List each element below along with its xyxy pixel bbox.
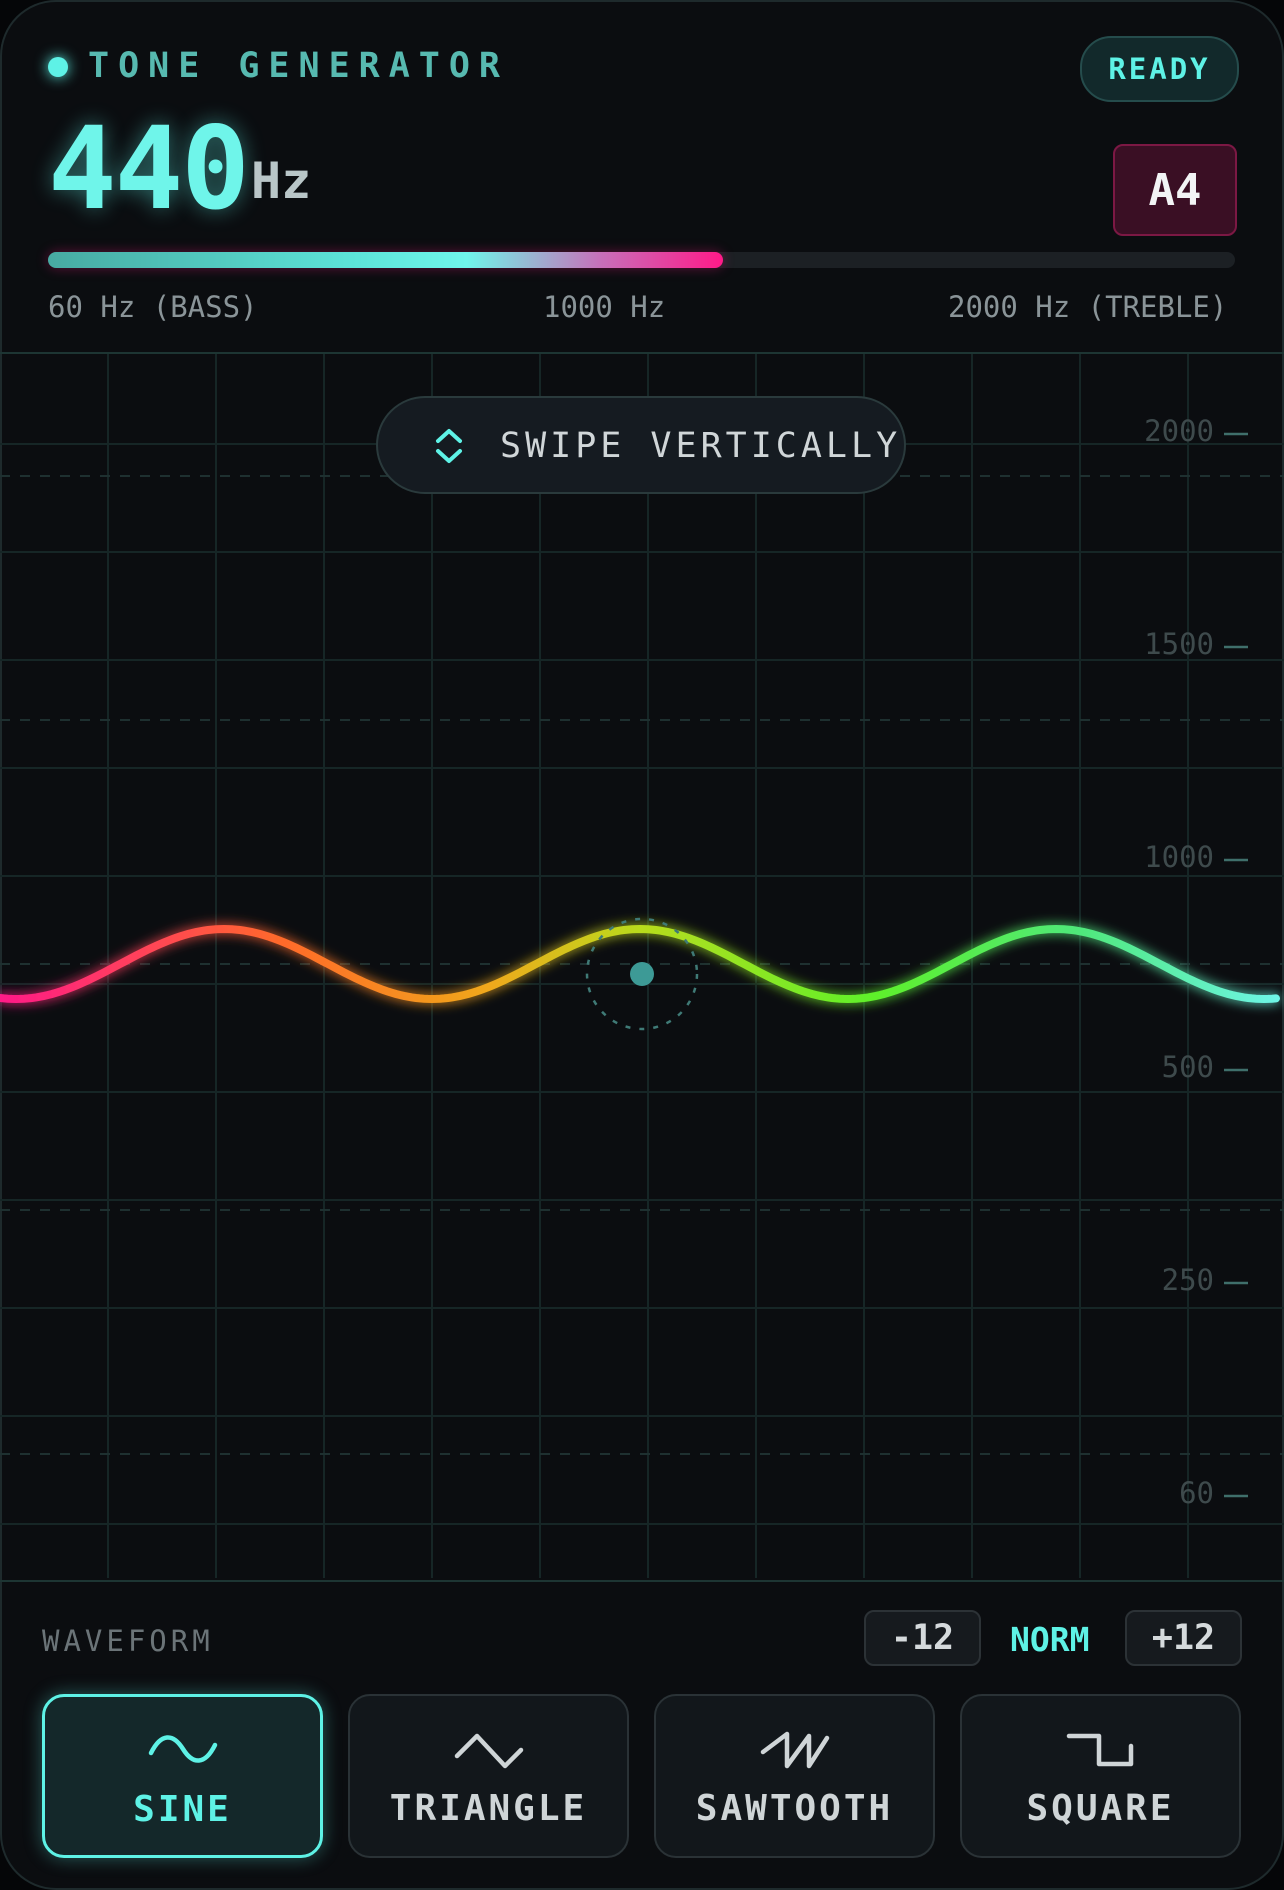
frequency-unit: Hz (251, 152, 312, 210)
note-badge: A4 (1113, 144, 1237, 236)
pitch-up-button[interactable]: +12 (1125, 1610, 1242, 1666)
range-min-label: 60 Hz (BASS) (48, 290, 258, 324)
waveform-triangle-button[interactable]: TRIANGLE (348, 1694, 629, 1858)
tick-label-1500: 1500 (1144, 627, 1214, 661)
swipe-hint-pill: SWIPE VERTICALLY (376, 396, 906, 494)
tick-label-500: 500 (1161, 1050, 1214, 1084)
waveform-square-label: SQUARE (1026, 1788, 1175, 1829)
waveform-sawtooth-button[interactable]: SAWTOOTH (654, 1694, 935, 1858)
waveform-plot (0, 354, 1284, 1578)
app-title: TONE GENERATOR (88, 46, 510, 86)
tick-label-2000: 2000 (1144, 414, 1214, 448)
status-badge: READY (1080, 36, 1239, 102)
frequency-range-bar[interactable] (48, 252, 1235, 268)
triangle-wave-icon (454, 1733, 523, 1769)
waveform-square-button[interactable]: SQUARE (960, 1694, 1241, 1858)
frequency-value: 440 (48, 102, 250, 235)
waveform-sine-button[interactable]: SINE (42, 1694, 323, 1858)
frequency-range-fill (48, 252, 724, 268)
waveform-triangle-label: TRIANGLE (389, 1788, 588, 1829)
waveform-sine-label: SINE (133, 1789, 232, 1830)
swipe-hint-label: SWIPE VERTICALLY (500, 426, 902, 466)
touch-point[interactable] (630, 962, 654, 986)
frequency-swipe-area[interactable]: 2000 1500 1000 500 250 60 (0, 352, 1284, 1582)
tone-generator-app: TONE GENERATOR READY 440 Hz A4 60 Hz (BA… (0, 0, 1284, 1890)
tick-label-250: 250 (1161, 1263, 1214, 1297)
pitch-down-button[interactable]: -12 (864, 1610, 981, 1666)
sawtooth-wave-icon (760, 1731, 829, 1769)
tick-label-60: 60 (1179, 1476, 1214, 1510)
swipe-vertical-icon (436, 429, 462, 463)
pitch-normal-button[interactable]: NORM (1010, 1620, 1089, 1659)
status-dot-icon (48, 57, 68, 77)
waveform-section-label: WAVEFORM (42, 1624, 214, 1658)
waveform-sawtooth-label: SAWTOOTH (695, 1788, 894, 1829)
sine-wave-icon (148, 1735, 217, 1763)
range-mid-label: 1000 Hz (543, 290, 666, 324)
tick-label-1000: 1000 (1144, 840, 1214, 874)
range-max-label: 2000 Hz (TREBLE) (948, 290, 1228, 324)
square-wave-icon (1066, 1733, 1133, 1767)
